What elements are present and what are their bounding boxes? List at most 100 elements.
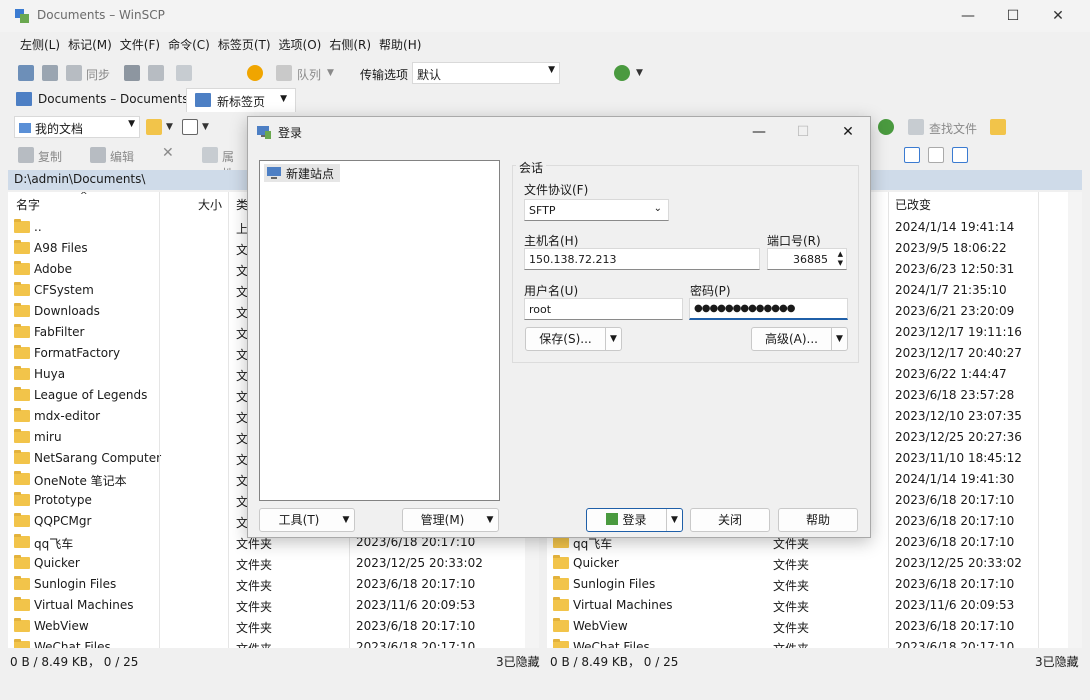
location-select[interactable]: 我的文档 ▼ bbox=[14, 116, 140, 138]
column-changed[interactable]: 已改变 bbox=[895, 196, 931, 213]
filter-icon[interactable] bbox=[952, 147, 968, 163]
copy-icon[interactable] bbox=[18, 147, 34, 163]
table-row[interactable]: Virtual Machines 文件夹 2023/11/6 20:09:53 bbox=[547, 595, 1082, 616]
tools-button[interactable]: 工具(T) ▼ bbox=[259, 508, 355, 532]
file-name: .. bbox=[34, 220, 42, 234]
chevron-down-icon[interactable]: ▼ bbox=[280, 94, 287, 104]
chevron-down-icon[interactable]: ▼ bbox=[166, 122, 173, 132]
file-date: 2023/6/22 1:44:47 bbox=[895, 367, 1007, 381]
site-tree[interactable]: 新建站点 bbox=[259, 160, 500, 501]
manage-button[interactable]: 管理(M) ▼ bbox=[402, 508, 499, 532]
tab-documents[interactable]: Documents – Documents bbox=[10, 88, 196, 112]
table-row[interactable]: WeChat Files 文件夹 2023/6/18 20:17:10 bbox=[547, 637, 1082, 648]
file-name: OneNote 笔记本 bbox=[34, 474, 127, 488]
minus-icon[interactable] bbox=[928, 147, 944, 163]
folder-icon bbox=[553, 639, 569, 648]
transfer-options-select[interactable]: 默认 ▼ bbox=[412, 62, 560, 84]
menu-tabs[interactable]: 标签页(T) bbox=[214, 34, 275, 55]
gear-icon[interactable] bbox=[247, 65, 263, 81]
sync-button[interactable]: 同步 bbox=[86, 66, 110, 83]
chevron-down-icon[interactable]: ▼ bbox=[605, 328, 621, 350]
compare-icon[interactable] bbox=[18, 65, 34, 81]
chevron-down-icon[interactable]: ▼ bbox=[482, 509, 498, 531]
queue-button[interactable]: 队列 bbox=[297, 66, 321, 83]
left-action-toolbar: 复制 编辑 ✕ 属性 bbox=[0, 142, 245, 181]
menu-left[interactable]: 左侧(L) bbox=[16, 34, 64, 55]
refresh-icon[interactable] bbox=[176, 65, 192, 81]
file-type: 文件夹 bbox=[236, 579, 273, 593]
edit-button[interactable]: 编辑 bbox=[110, 148, 134, 165]
menu-right[interactable]: 右侧(R) bbox=[325, 34, 375, 55]
properties-icon[interactable] bbox=[202, 147, 218, 163]
username-input[interactable]: root bbox=[524, 298, 683, 320]
table-row[interactable]: WeChat Files 文件夹 2023/6/18 20:17:10 bbox=[8, 637, 539, 648]
tree-icon[interactable] bbox=[990, 119, 1006, 135]
menu-mark[interactable]: 标记(M) bbox=[64, 34, 116, 55]
advanced-button[interactable]: 高级(A)... ▼ bbox=[751, 327, 848, 351]
host-input[interactable]: 150.138.72.213 bbox=[524, 248, 760, 270]
host-value: 150.138.72.213 bbox=[529, 253, 617, 266]
file-name: Virtual Machines bbox=[34, 598, 134, 612]
protocol-select[interactable]: SFTP ⌄ bbox=[524, 199, 669, 221]
table-row[interactable]: Virtual Machines 文件夹 2023/11/6 20:09:53 bbox=[8, 595, 539, 616]
chevron-down-icon[interactable]: ▼ bbox=[636, 68, 643, 78]
scrollbar[interactable] bbox=[1068, 192, 1082, 648]
table-row[interactable]: WebView 文件夹 2023/6/18 20:17:10 bbox=[8, 616, 539, 637]
chevron-down-icon[interactable]: ▼ bbox=[666, 509, 682, 531]
login-label: 登录 bbox=[622, 513, 647, 527]
help-button[interactable]: 帮助 bbox=[778, 508, 858, 532]
delete-icon[interactable]: ✕ bbox=[162, 145, 174, 161]
console-icon[interactable] bbox=[124, 65, 140, 81]
dialog-maximize-button[interactable]: ☐ bbox=[788, 121, 818, 143]
menu-help[interactable]: 帮助(H) bbox=[375, 34, 425, 55]
folder-icon bbox=[14, 513, 30, 527]
dialog-close-button[interactable]: ✕ bbox=[833, 121, 863, 143]
find-files-icon[interactable] bbox=[908, 119, 924, 135]
refresh-icon[interactable] bbox=[878, 119, 894, 135]
synchronize-browse-icon[interactable] bbox=[42, 65, 58, 81]
open-folder-icon[interactable] bbox=[146, 119, 162, 135]
maximize-button[interactable]: ☐ bbox=[993, 4, 1033, 28]
table-row[interactable]: Quicker 文件夹 2023/12/25 20:33:02 bbox=[8, 553, 539, 574]
table-row[interactable]: WebView 文件夹 2023/6/18 20:17:10 bbox=[547, 616, 1082, 637]
close-window-button[interactable]: ✕ bbox=[1038, 4, 1078, 28]
edit-icon[interactable] bbox=[90, 147, 106, 163]
site-item-new[interactable]: 新建站点 bbox=[264, 164, 341, 182]
close-button[interactable]: 关闭 bbox=[690, 508, 770, 532]
tab-new[interactable]: 新标签页 ▼ bbox=[186, 88, 296, 112]
table-row[interactable]: Sunlogin Files 文件夹 2023/6/18 20:17:10 bbox=[8, 574, 539, 595]
chevron-down-icon[interactable]: ▼ bbox=[327, 68, 334, 78]
filter-icon[interactable] bbox=[182, 119, 198, 135]
port-stepper[interactable]: ▲ ▼ bbox=[838, 250, 843, 268]
chevron-down-icon[interactable]: ▼ bbox=[831, 328, 847, 350]
file-date: 2023/12/25 20:33:02 bbox=[895, 556, 1022, 570]
column-name[interactable]: 名字 bbox=[16, 196, 40, 213]
menu-options[interactable]: 选项(O) bbox=[275, 34, 326, 55]
menu-commands[interactable]: 命令(C) bbox=[164, 34, 214, 55]
dialog-minimize-button[interactable]: — bbox=[744, 121, 774, 143]
login-button[interactable]: 登录 ▼ bbox=[586, 508, 683, 532]
chevron-down-icon[interactable]: ▼ bbox=[202, 122, 209, 132]
queue-icon[interactable] bbox=[276, 65, 292, 81]
chevron-down-icon[interactable]: ▼ bbox=[338, 509, 354, 531]
file-type: 文件夹 bbox=[236, 600, 273, 614]
file-name: NetSarang Computer bbox=[34, 451, 162, 465]
minimize-button[interactable]: — bbox=[948, 4, 988, 28]
table-row[interactable]: Quicker 文件夹 2023/12/25 20:33:02 bbox=[547, 553, 1082, 574]
location-value: 我的文档 bbox=[35, 122, 84, 136]
file-type: 文件夹 bbox=[773, 558, 810, 572]
menu-file[interactable]: 文件(F) bbox=[116, 34, 164, 55]
port-input[interactable]: 36885 ▲ ▼ bbox=[767, 248, 847, 270]
file-date: 2023/11/10 18:45:12 bbox=[895, 451, 1022, 465]
column-size[interactable]: 大小 bbox=[198, 196, 222, 213]
plus-icon[interactable] bbox=[904, 147, 920, 163]
copy-button[interactable]: 复制 bbox=[38, 148, 62, 165]
window-title: Documents – WinSCP bbox=[37, 8, 165, 22]
table-row[interactable]: Sunlogin Files 文件夹 2023/6/18 20:17:10 bbox=[547, 574, 1082, 595]
find-files-button[interactable]: 查找文件 bbox=[929, 120, 977, 137]
putty-icon[interactable] bbox=[148, 65, 164, 81]
sync-icon[interactable] bbox=[66, 65, 82, 81]
session-globe-icon[interactable] bbox=[614, 65, 630, 81]
password-input[interactable]: ●●●●●●●●●●●●● bbox=[689, 298, 848, 320]
save-button[interactable]: 保存(S)... ▼ bbox=[525, 327, 622, 351]
